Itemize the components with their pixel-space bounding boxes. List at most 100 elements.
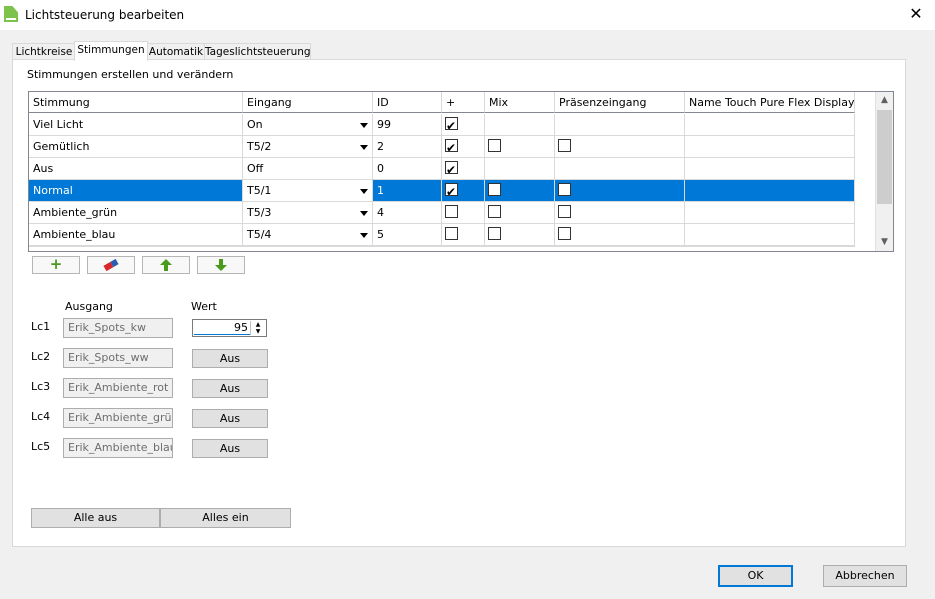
- grid-cell-touch-name[interactable]: [685, 158, 855, 180]
- chevron-down-icon[interactable]: [358, 207, 369, 218]
- grid-cell-plus[interactable]: [442, 114, 485, 136]
- column-header-touch-display-name[interactable]: Name Touch Pure Flex Display: [685, 92, 855, 113]
- output-name-field: Erik_Ambiente_rot: [63, 378, 173, 398]
- grid-cell-id[interactable]: 99: [373, 114, 442, 136]
- scroll-up-icon[interactable]: ▲: [876, 92, 893, 109]
- grid-cell-praesenz[interactable]: [555, 136, 685, 158]
- scroll-thumb[interactable]: [877, 110, 892, 204]
- plus-checkbox[interactable]: [445, 205, 458, 218]
- grid-cell-praesenz[interactable]: [555, 202, 685, 224]
- cancel-button[interactable]: Abbrechen: [823, 565, 907, 587]
- grid-cell-eingang[interactable]: T5/3: [243, 202, 373, 224]
- scenes-grid[interactable]: Stimmung Eingang ID + Mix Präsenzeingang…: [28, 91, 894, 252]
- output-label: Lc4: [31, 410, 51, 423]
- grid-cell-id[interactable]: 4: [373, 202, 442, 224]
- grid-cell-plus[interactable]: [442, 158, 485, 180]
- add-scene-button[interactable]: +: [32, 256, 80, 274]
- grid-cell-stimmung[interactable]: Viel Licht: [29, 114, 243, 136]
- scroll-down-icon[interactable]: ▼: [876, 234, 893, 251]
- praesenz-checkbox[interactable]: [558, 205, 571, 218]
- grid-cell-stimmung[interactable]: Gemütlich: [29, 136, 243, 158]
- praesenz-checkbox[interactable]: [558, 139, 571, 152]
- grid-cell-stimmung[interactable]: Normal: [29, 180, 243, 202]
- grid-cell-praesenz[interactable]: [555, 158, 685, 180]
- grid-cell-plus[interactable]: [442, 136, 485, 158]
- grid-cell-eingang[interactable]: T5/1: [243, 180, 373, 202]
- grid-cell-stimmung[interactable]: Ambiente_blau: [29, 224, 243, 246]
- value-toggle-button[interactable]: Aus: [192, 349, 268, 368]
- plus-checkbox[interactable]: [445, 137, 458, 157]
- column-header-plus[interactable]: +: [442, 92, 485, 113]
- grid-cell-stimmung[interactable]: Aus: [29, 158, 243, 180]
- grid-scrollbar[interactable]: ▲ ▼: [875, 92, 893, 251]
- grid-cell-id[interactable]: 5: [373, 224, 442, 246]
- plus-checkbox[interactable]: [445, 115, 458, 135]
- grid-cell-stimmung[interactable]: Ambiente_grün: [29, 202, 243, 224]
- value-toggle-button[interactable]: Aus: [192, 409, 268, 428]
- close-icon[interactable]: ✕: [907, 5, 925, 23]
- all-on-button[interactable]: Alles ein: [160, 508, 291, 528]
- grid-cell-plus[interactable]: [442, 224, 485, 246]
- plus-checkbox[interactable]: [445, 227, 458, 240]
- move-up-button[interactable]: [142, 256, 190, 274]
- column-header-stimmung[interactable]: Stimmung: [29, 92, 243, 113]
- delete-scene-button[interactable]: [87, 256, 135, 274]
- eingang-value: T5/3: [247, 206, 272, 219]
- grid-cell-praesenz[interactable]: [555, 180, 685, 202]
- grid-cell-mix[interactable]: [485, 136, 555, 158]
- column-header-praesenzeingang[interactable]: Präsenzeingang: [555, 92, 685, 113]
- chevron-down-icon[interactable]: [358, 141, 369, 152]
- grid-cell-touch-name[interactable]: [685, 136, 855, 158]
- grid-cell-id[interactable]: 0: [373, 158, 442, 180]
- grid-cell-eingang[interactable]: Off: [243, 158, 373, 180]
- column-header-id[interactable]: ID: [373, 92, 442, 113]
- mix-checkbox[interactable]: [488, 139, 501, 152]
- praesenz-checkbox[interactable]: [558, 227, 571, 240]
- value-toggle-button[interactable]: Aus: [192, 379, 268, 398]
- chevron-down-icon[interactable]: [358, 119, 369, 130]
- grid-cell-touch-name[interactable]: [685, 180, 855, 202]
- plus-checkbox[interactable]: [445, 159, 458, 179]
- grid-cell-mix[interactable]: [485, 180, 555, 202]
- grid-cell-eingang[interactable]: T5/4: [243, 224, 373, 246]
- tab-tageslichtsteuerung[interactable]: Tageslichtsteuerung: [204, 43, 311, 60]
- tab-automatik[interactable]: Automatik: [146, 43, 206, 60]
- grid-cell-plus[interactable]: [442, 202, 485, 224]
- spinner-value[interactable]: 95: [234, 321, 248, 334]
- grid-cell-id[interactable]: 1: [373, 180, 442, 202]
- column-header-eingang[interactable]: Eingang: [243, 92, 373, 113]
- value-spinner[interactable]: 95 ▲ ▼: [192, 319, 267, 337]
- all-off-button[interactable]: Alle aus: [31, 508, 160, 528]
- eraser-icon: [103, 258, 119, 272]
- grid-cell-touch-name[interactable]: [685, 114, 855, 136]
- eingang-value: Off: [247, 162, 264, 175]
- praesenz-checkbox[interactable]: [558, 183, 571, 196]
- spinner-up-icon[interactable]: ▲: [250, 321, 265, 328]
- grid-cell-touch-name[interactable]: [685, 202, 855, 224]
- grid-cell-mix[interactable]: [485, 224, 555, 246]
- value-toggle-button[interactable]: Aus: [192, 439, 268, 458]
- tab-stimmungen[interactable]: Stimmungen: [74, 41, 148, 61]
- ok-button[interactable]: OK: [718, 565, 793, 587]
- grid-cell-mix[interactable]: [485, 114, 555, 136]
- spinner-down-icon[interactable]: ▼: [250, 328, 265, 335]
- grid-cell-mix[interactable]: [485, 202, 555, 224]
- mix-checkbox[interactable]: [488, 227, 501, 240]
- grid-cell-touch-name[interactable]: [685, 224, 855, 246]
- grid-cell-eingang[interactable]: T5/2: [243, 136, 373, 158]
- tab-lichtkreise[interactable]: Lichtkreise: [12, 43, 76, 60]
- grid-cell-id[interactable]: 2: [373, 136, 442, 158]
- chevron-down-icon[interactable]: [358, 229, 369, 240]
- column-header-mix[interactable]: Mix: [485, 92, 555, 113]
- chevron-down-icon[interactable]: [358, 185, 369, 196]
- grid-cell-plus[interactable]: [442, 180, 485, 202]
- plus-checkbox[interactable]: [445, 181, 458, 201]
- output-label: Lc5: [31, 440, 51, 453]
- grid-cell-eingang[interactable]: On: [243, 114, 373, 136]
- grid-cell-praesenz[interactable]: [555, 224, 685, 246]
- mix-checkbox[interactable]: [488, 205, 501, 218]
- move-down-button[interactable]: [197, 256, 245, 274]
- mix-checkbox[interactable]: [488, 183, 501, 196]
- grid-cell-mix[interactable]: [485, 158, 555, 180]
- grid-cell-praesenz[interactable]: [555, 114, 685, 136]
